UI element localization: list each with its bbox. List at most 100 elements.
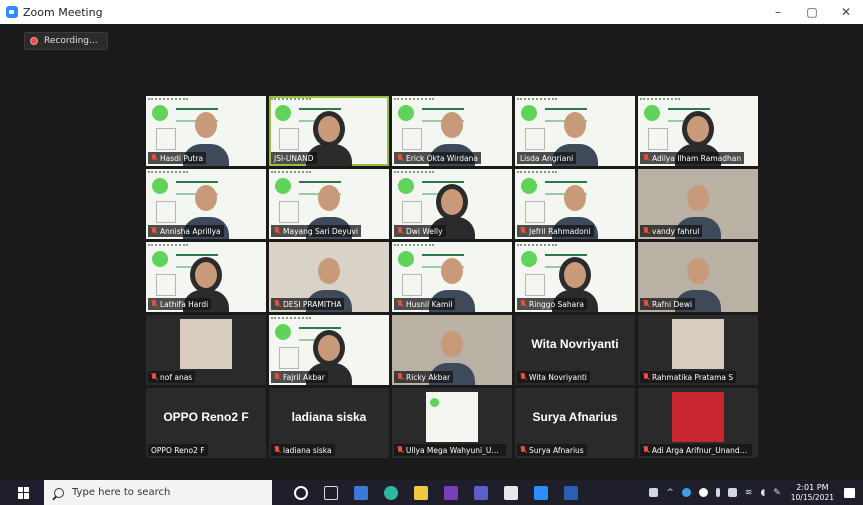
participant-tile[interactable]: Lisda Angriani (515, 96, 635, 166)
mail-icon[interactable] (354, 485, 368, 500)
slide-background (152, 178, 168, 194)
slide-background (271, 317, 311, 321)
participant-tile[interactable]: Ricky Akbar (392, 315, 512, 385)
onenote-icon[interactable] (444, 485, 458, 500)
participant-name: ladiana siska (283, 445, 332, 455)
minimize-button[interactable]: – (761, 0, 795, 24)
slide-background (648, 128, 668, 150)
mic-muted-icon (520, 373, 526, 381)
slide-background (156, 128, 176, 150)
cloud-icon[interactable] (681, 488, 691, 497)
participant-name: Wita Novriyanti (529, 372, 587, 382)
participant-tile[interactable]: Husnil Kamil (392, 242, 512, 312)
participant-name: nof anas (160, 372, 193, 382)
participant-tile[interactable]: OPPO Reno2 F OPPO Reno2 F (146, 388, 266, 458)
name-tag: Wita Novriyanti (517, 371, 590, 383)
name-tag: Annisha Aprillya (148, 225, 224, 237)
edge-icon[interactable] (384, 485, 398, 500)
windows-start-icon[interactable] (18, 486, 30, 499)
slide-background (152, 105, 168, 121)
mic-muted-icon (520, 300, 526, 308)
system-tray: ^ ≋ ◖ ✎ 2:01 PM 10/15/2021 (645, 480, 863, 505)
name-tag: Lisda Angriani (517, 152, 577, 164)
cortana-icon[interactable] (294, 485, 308, 500)
name-tag: Adilya Ilham Ramadhan (640, 152, 745, 164)
person-head (318, 185, 340, 211)
pen-icon[interactable]: ✎ (773, 488, 781, 498)
taskbar-clock[interactable]: 2:01 PM 10/15/2021 (791, 483, 834, 503)
slide-background (275, 105, 291, 121)
person-head (441, 189, 463, 215)
participant-tile[interactable]: JSI-UNAND (269, 96, 389, 166)
participant-tile[interactable]: Jefril Rahmadoni (515, 169, 635, 239)
name-tag: OPPO Reno2 F (148, 444, 208, 456)
participant-name: Lisda Angriani (520, 153, 574, 163)
participant-tile[interactable]: nof anas (146, 315, 266, 385)
name-tag: Ullya Mega Wahyuni_Uni... (394, 444, 506, 456)
close-button[interactable]: ✕ (829, 0, 863, 24)
monitor-icon[interactable] (649, 488, 659, 497)
notification-icon[interactable] (844, 487, 855, 498)
name-tag: JSI-UNAND (271, 152, 317, 164)
participant-tile[interactable]: ladiana siska ladiana siska (269, 388, 389, 458)
participant-name: Adi Arga Arifnur_Unand_... (651, 445, 749, 455)
participant-tile[interactable]: Hasdi Putra (146, 96, 266, 166)
volume-icon[interactable]: ◖ (760, 488, 765, 498)
onedrive-icon[interactable] (698, 488, 708, 497)
participant-tile[interactable]: Lathifa Hardi (146, 242, 266, 312)
participant-tile[interactable]: Wita Novriyanti Wita Novriyanti (515, 315, 635, 385)
participant-name: Jefril Rahmadoni (529, 226, 591, 236)
participant-tile[interactable]: vandy fahrul (638, 169, 758, 239)
file-explorer-icon[interactable] (414, 485, 428, 500)
participant-tile[interactable]: Surya Afnarius Surya Afnarius (515, 388, 635, 458)
participant-name: Surya Afnarius (529, 445, 584, 455)
participant-tile[interactable]: Dwi Welly (392, 169, 512, 239)
participant-tile[interactable]: Erick Okta Wirdana (392, 96, 512, 166)
slide-background (517, 244, 557, 248)
taskbar-search-box[interactable]: Type here to search (44, 480, 272, 505)
participant-tile[interactable]: Ringgo Sahara (515, 242, 635, 312)
recording-indicator[interactable]: Recording... (24, 32, 108, 50)
participant-tile[interactable]: Adi Arga Arifnur_Unand_... (638, 388, 758, 458)
participant-tile[interactable]: Rafni Dewi (638, 242, 758, 312)
teams-icon[interactable] (474, 485, 488, 500)
participant-tile[interactable]: Adilya Ilham Ramadhan (638, 96, 758, 166)
person-head (564, 185, 586, 211)
slide-background (271, 171, 311, 175)
word-icon[interactable] (564, 485, 578, 500)
participant-tile[interactable]: Mayang Sari Deyuvi (269, 169, 389, 239)
chevron-up-icon[interactable]: ^ (666, 488, 674, 498)
task-view-icon[interactable] (324, 485, 338, 500)
mic-muted-icon (151, 154, 157, 162)
wifi-icon[interactable]: ≋ (745, 488, 753, 498)
zoom-taskbar-icon[interactable] (534, 485, 548, 500)
zoom-app-icon (6, 6, 18, 18)
mic-muted-icon (643, 446, 649, 454)
mic-muted-icon (274, 446, 280, 454)
participant-name: Dwi Welly (406, 226, 443, 236)
participant-tile[interactable]: Ullya Mega Wahyuni_Uni... (392, 388, 512, 458)
participant-tile[interactable]: Rahmatika Pratama S (638, 315, 758, 385)
participant-tile[interactable]: Annisha Aprillya (146, 169, 266, 239)
name-tag: Rafni Dewi (640, 298, 696, 310)
participant-name: Husnil Kamil (406, 299, 453, 309)
mic-muted-icon (643, 300, 649, 308)
maximize-button[interactable]: ▢ (795, 0, 829, 24)
person-head (687, 258, 709, 284)
battery-icon[interactable] (727, 488, 737, 497)
document-icon[interactable] (504, 485, 518, 500)
mic-muted-icon (151, 227, 157, 235)
usb-icon[interactable] (715, 488, 720, 497)
participant-name: Hasdi Putra (160, 153, 204, 163)
participant-tile[interactable]: Fajril Akbar (269, 315, 389, 385)
slide-background (640, 98, 680, 102)
participant-name: JSI-UNAND (274, 153, 314, 163)
search-icon (54, 487, 64, 498)
slide-background (644, 105, 660, 121)
participant-tile[interactable]: DESI PRAMITHA (269, 242, 389, 312)
name-tag: ladiana siska (271, 444, 335, 456)
slide-background (394, 98, 434, 102)
participant-name: Mayang Sari Deyuvi (283, 226, 359, 236)
name-tag: Mayang Sari Deyuvi (271, 225, 362, 237)
name-tag: Adi Arga Arifnur_Unand_... (640, 444, 752, 456)
